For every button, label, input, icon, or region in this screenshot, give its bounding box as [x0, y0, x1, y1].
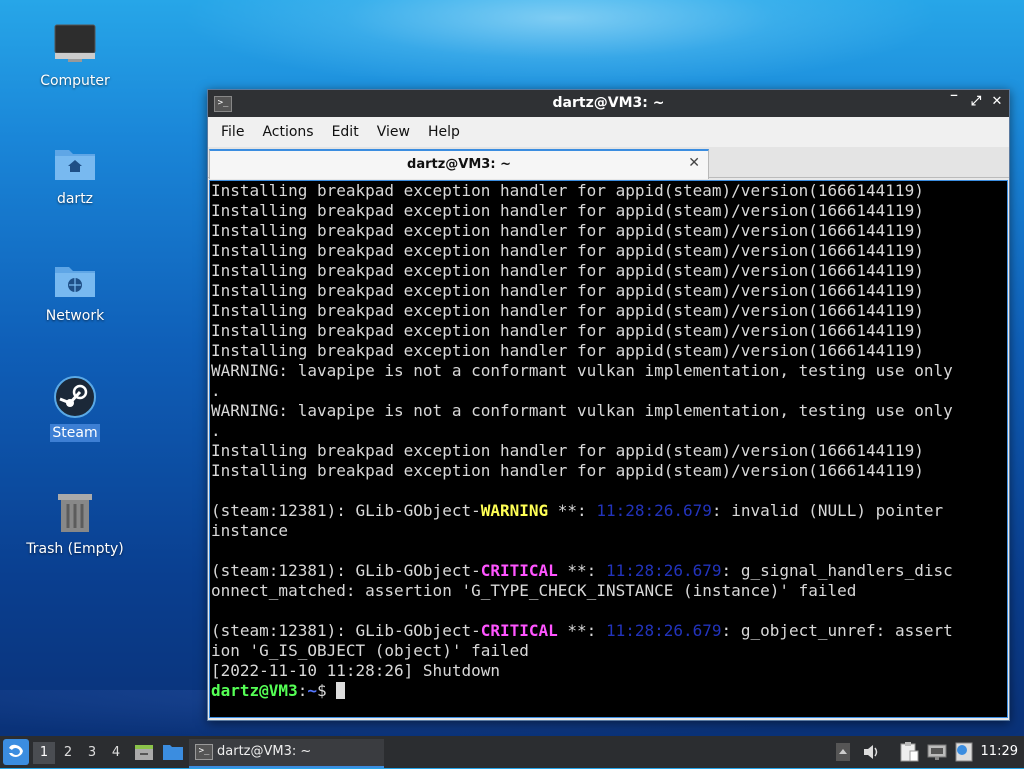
- terminal-line: Installing breakpad exception handler fo…: [211, 441, 924, 460]
- wallpaper-highlight: [180, 0, 940, 90]
- tab-label: dartz@VM3: ~: [407, 157, 511, 172]
- network-folder-icon: [52, 257, 98, 303]
- menu-file[interactable]: File: [212, 124, 253, 140]
- terminal-window: >_ dartz@VM3: ~ ‾ ⤢ ✕ File Actions Edit …: [207, 89, 1010, 721]
- steam-icon: [52, 374, 98, 420]
- clock[interactable]: 11:29: [981, 744, 1018, 759]
- terminal-line: WARNING: lavapipe is not a conformant vu…: [211, 401, 953, 420]
- workspace-3[interactable]: 3: [81, 742, 103, 764]
- minimize-button[interactable]: ‾: [945, 94, 963, 109]
- trash-icon: [52, 490, 98, 536]
- terminal-line: Installing breakpad exception handler fo…: [211, 241, 924, 260]
- terminal-line: .: [211, 381, 221, 400]
- tab-terminal[interactable]: dartz@VM3: ~ ✕: [209, 149, 709, 179]
- desktop-icon-label: dartz: [56, 191, 94, 207]
- terminal-line: Installing breakpad exception handler fo…: [211, 221, 924, 240]
- maximize-button[interactable]: ⤢: [967, 94, 985, 109]
- terminal-line: (steam:12381): GLib-GObject-CRITICAL **:…: [211, 561, 953, 580]
- tab-bar: dartz@VM3: ~ ✕: [208, 147, 1009, 179]
- xfce-mouse-icon: [9, 744, 23, 757]
- notification-icon[interactable]: [954, 741, 974, 763]
- terminal-line: Installing breakpad exception handler fo…: [211, 321, 924, 340]
- terminal-line: [2022-11-10 11:28:26] Shutdown: [211, 661, 500, 680]
- whisker-menu-button[interactable]: [3, 739, 29, 765]
- clipboard-icon[interactable]: [898, 741, 920, 763]
- terminal-line: Installing breakpad exception handler fo…: [211, 281, 924, 300]
- taskbar-window-label: dartz@VM3: ~: [217, 744, 312, 759]
- terminal-line: Installing breakpad exception handler fo…: [211, 301, 924, 320]
- terminal-line: instance: [211, 521, 289, 540]
- workspace-1[interactable]: 1: [33, 742, 55, 764]
- desktop-icon-label: Steam: [50, 424, 100, 442]
- desktop-icon-steam[interactable]: Steam: [20, 374, 130, 442]
- terminal-output[interactable]: Installing breakpad exception handler fo…: [209, 180, 1008, 718]
- terminal-line: .: [211, 421, 221, 440]
- monitor-icon: [52, 22, 98, 68]
- taskbar-window-button[interactable]: >_ dartz@VM3: ~: [189, 739, 384, 768]
- terminal-task-icon: >_: [195, 744, 213, 760]
- menu-view[interactable]: View: [368, 124, 419, 140]
- workspace-4[interactable]: 4: [105, 742, 127, 764]
- terminal-prompt[interactable]: dartz@VM3:~$: [210, 681, 1007, 701]
- volume-icon[interactable]: [862, 743, 882, 761]
- desktop-icon-trash[interactable]: Trash (Empty): [20, 490, 130, 558]
- close-button[interactable]: ✕: [988, 94, 1006, 109]
- terminal-line: Installing breakpad exception handler fo…: [211, 461, 924, 480]
- terminal-line: (steam:12381): GLib-GObject-WARNING **: …: [211, 501, 944, 520]
- window-titlebar[interactable]: >_ dartz@VM3: ~ ‾ ⤢ ✕: [208, 90, 1009, 117]
- menu-help[interactable]: Help: [419, 124, 469, 140]
- desktop-icon-computer[interactable]: Computer: [20, 22, 130, 90]
- menu-bar: File Actions Edit View Help: [208, 117, 1009, 147]
- desktop-icon-label: Network: [45, 308, 105, 324]
- terminal-line: WARNING: lavapipe is not a conformant vu…: [211, 361, 953, 380]
- terminal-line: Installing breakpad exception handler fo…: [211, 261, 924, 280]
- terminal-line: (steam:12381): GLib-GObject-CRITICAL **:…: [211, 621, 953, 640]
- terminal-line: onnect_matched: assertion 'G_TYPE_CHECK_…: [211, 581, 857, 600]
- desktop-icon-label: Computer: [40, 73, 110, 89]
- terminal-line: Installing breakpad exception handler fo…: [211, 341, 924, 360]
- home-folder-icon: [52, 140, 98, 186]
- tab-close-icon[interactable]: ✕: [688, 155, 700, 171]
- window-title: dartz@VM3: ~: [552, 95, 665, 111]
- menu-edit[interactable]: Edit: [323, 124, 368, 140]
- desktop-icon-label: Trash (Empty): [26, 541, 124, 557]
- menu-actions[interactable]: Actions: [253, 124, 322, 140]
- workspace-2[interactable]: 2: [57, 742, 79, 764]
- desktop-icon-home-folder[interactable]: dartz: [20, 140, 130, 208]
- scroll-up-icon[interactable]: [836, 743, 850, 761]
- terminal-cursor: [336, 682, 346, 699]
- file-manager-icon[interactable]: [162, 742, 184, 762]
- terminal-line: Installing breakpad exception handler fo…: [211, 181, 924, 200]
- desktop-icon-network[interactable]: Network: [20, 257, 130, 325]
- show-desktop-icon[interactable]: [134, 742, 154, 762]
- terminal-line: ion 'G_IS_OBJECT (object)' failed: [211, 641, 529, 660]
- network-wired-icon[interactable]: [926, 742, 948, 762]
- terminal-line: Installing breakpad exception handler fo…: [211, 201, 924, 220]
- taskbar: 1 2 3 4 >_ dartz@VM3: ~ 11:29: [0, 736, 1024, 768]
